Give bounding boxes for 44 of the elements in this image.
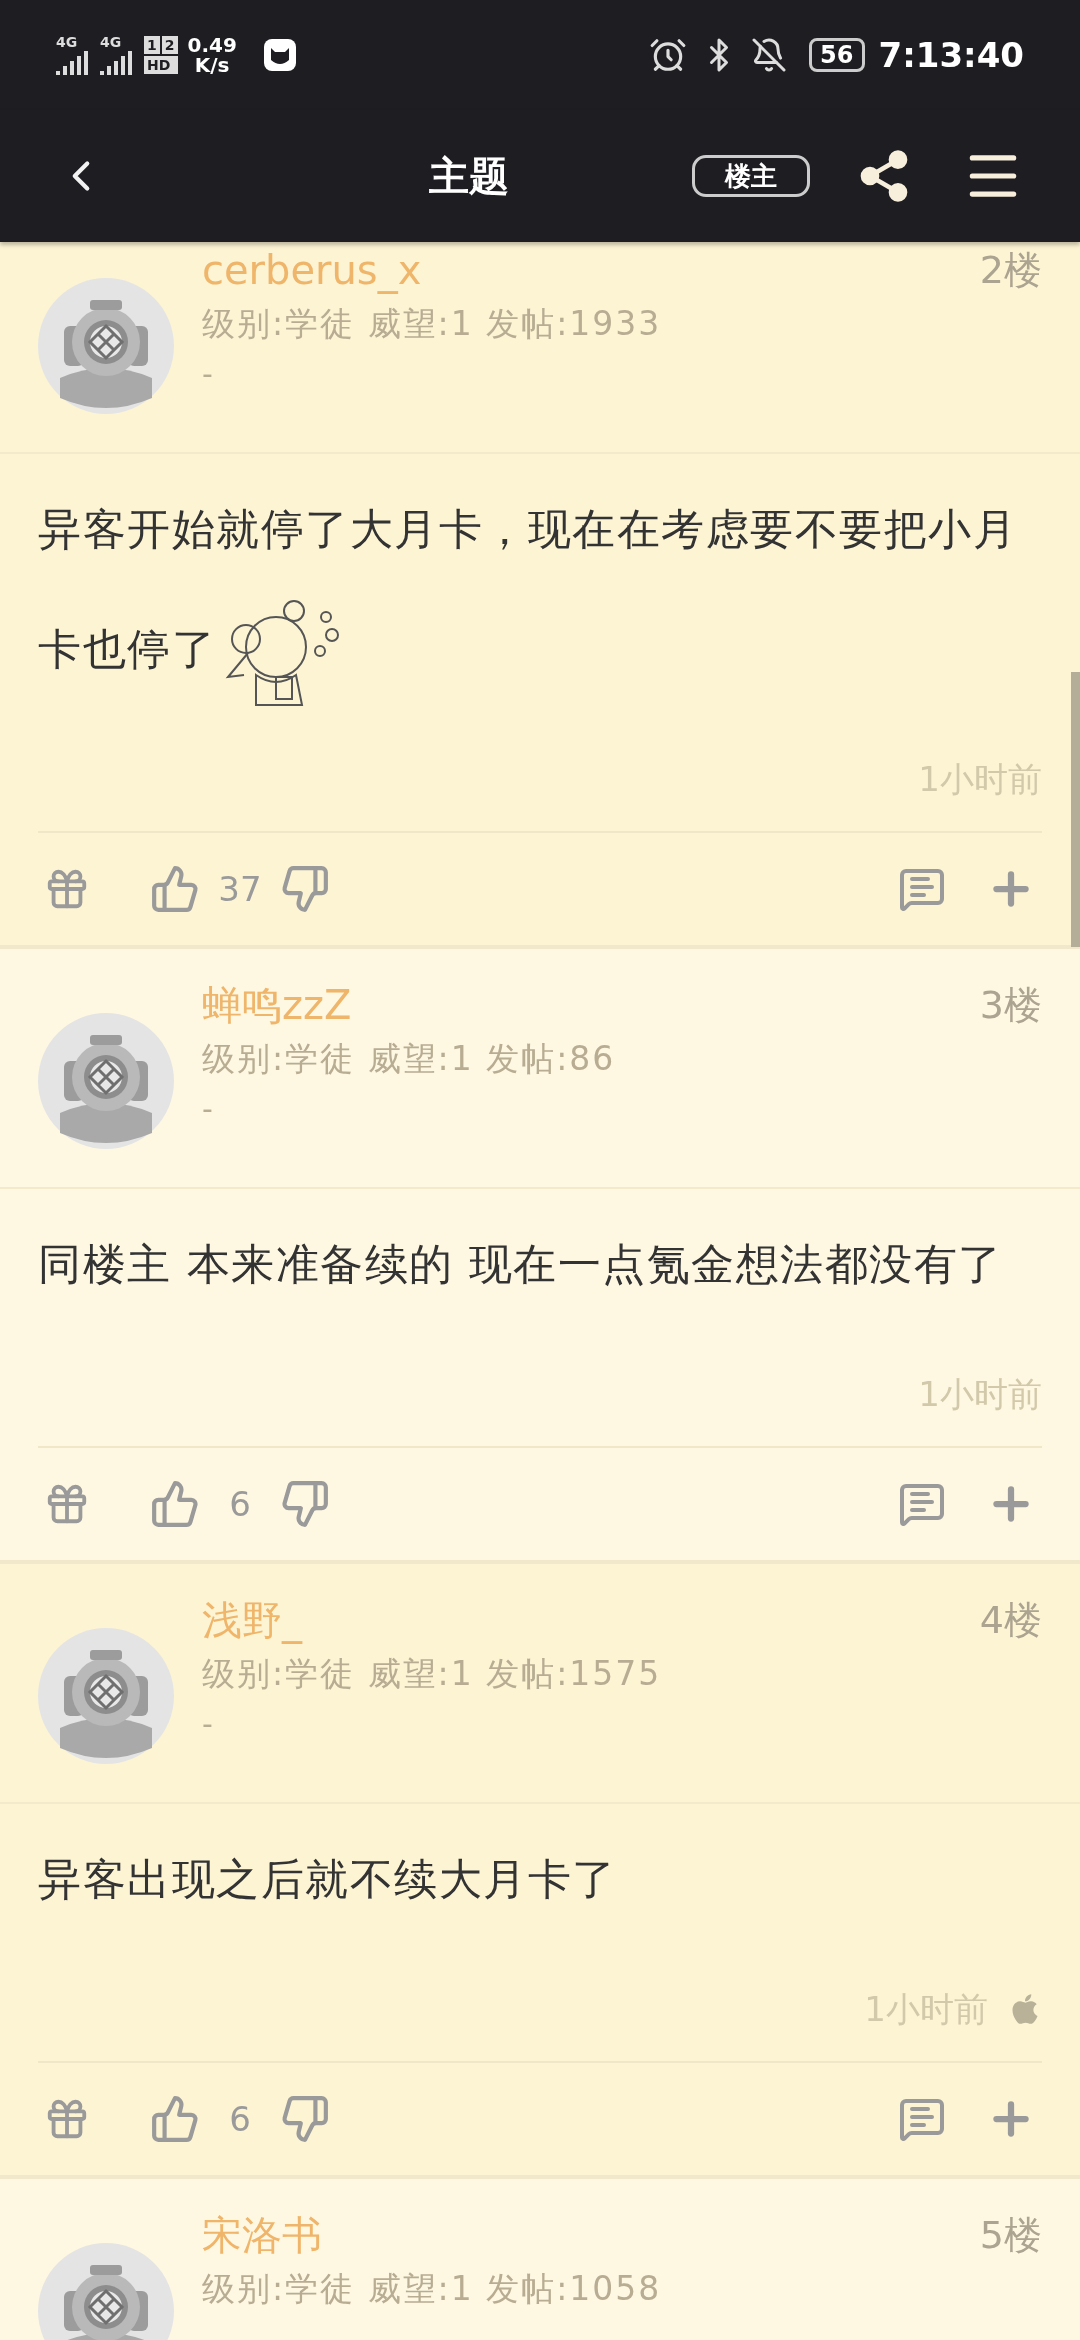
thumbs-up-icon[interactable] <box>150 2094 200 2144</box>
signature: - <box>202 355 213 393</box>
network-type: 4G <box>56 35 78 49</box>
alarm-icon <box>649 36 688 74</box>
cat-icon <box>262 38 297 72</box>
thumbs-up-icon[interactable] <box>150 864 200 914</box>
like-count: 6 <box>228 2097 252 2141</box>
post-body: 同楼主 本来准备续的 现在一点氪金想法都没有了 <box>38 1238 1004 1291</box>
floor-number: 2楼 <box>979 246 1042 294</box>
muted-bell-icon <box>751 37 788 73</box>
hd-label: HD <box>144 56 178 74</box>
username[interactable]: 宋洛书 <box>202 2205 322 2265</box>
signal-icon <box>100 49 134 75</box>
net-speed: 0.49 <box>187 35 237 55</box>
user-stats: 级别:学徒 威望:1 发帖:86 <box>202 1038 617 1080</box>
username[interactable]: cerberus_x <box>202 242 422 300</box>
sim-label: 2 <box>161 36 178 54</box>
thumbs-down-icon[interactable] <box>280 2094 330 2144</box>
net-speed-unit: K/s <box>194 55 230 75</box>
thumbs-up-icon[interactable] <box>150 1479 200 1529</box>
user-stats: 级别:学徒 威望:1 发帖:1575 <box>202 1653 663 1695</box>
author-filter-button[interactable]: 楼主 <box>692 155 810 197</box>
signal-icon <box>56 49 90 75</box>
floor-number: 4楼 <box>979 1596 1042 1644</box>
post-body: 异客出现之后就不续大月卡了 <box>38 1853 618 1906</box>
sim-label: 1 <box>144 36 160 54</box>
post-time: 1小时前 <box>918 1372 1042 1416</box>
post-body: 异客开始就停了大月卡，现在在考虑要不要把小月卡也停了 <box>38 469 1042 709</box>
signature: - <box>202 1090 213 1128</box>
username[interactable]: 浅野_ <box>202 1590 302 1650</box>
battery-level: 56 <box>809 38 865 72</box>
floor-number: 5楼 <box>979 2211 1042 2259</box>
thumbs-down-icon[interactable] <box>280 864 330 914</box>
floor-number: 3楼 <box>979 981 1042 1029</box>
like-count: 37 <box>217 867 263 911</box>
network-type: 4G <box>100 35 122 49</box>
thumbs-down-icon[interactable] <box>280 1479 330 1529</box>
username[interactable]: 蝉鸣zzZ <box>202 975 352 1035</box>
like-count: 6 <box>228 1482 252 1526</box>
signature: - <box>202 1705 213 1743</box>
user-stats: 级别:学徒 威望:1 发帖:1933 <box>202 303 663 345</box>
page-title: 主题 <box>429 151 509 201</box>
user-stats: 级别:学徒 威望:1 发帖:1058 <box>202 2268 663 2310</box>
clock: 7:13:40 <box>878 33 1024 77</box>
